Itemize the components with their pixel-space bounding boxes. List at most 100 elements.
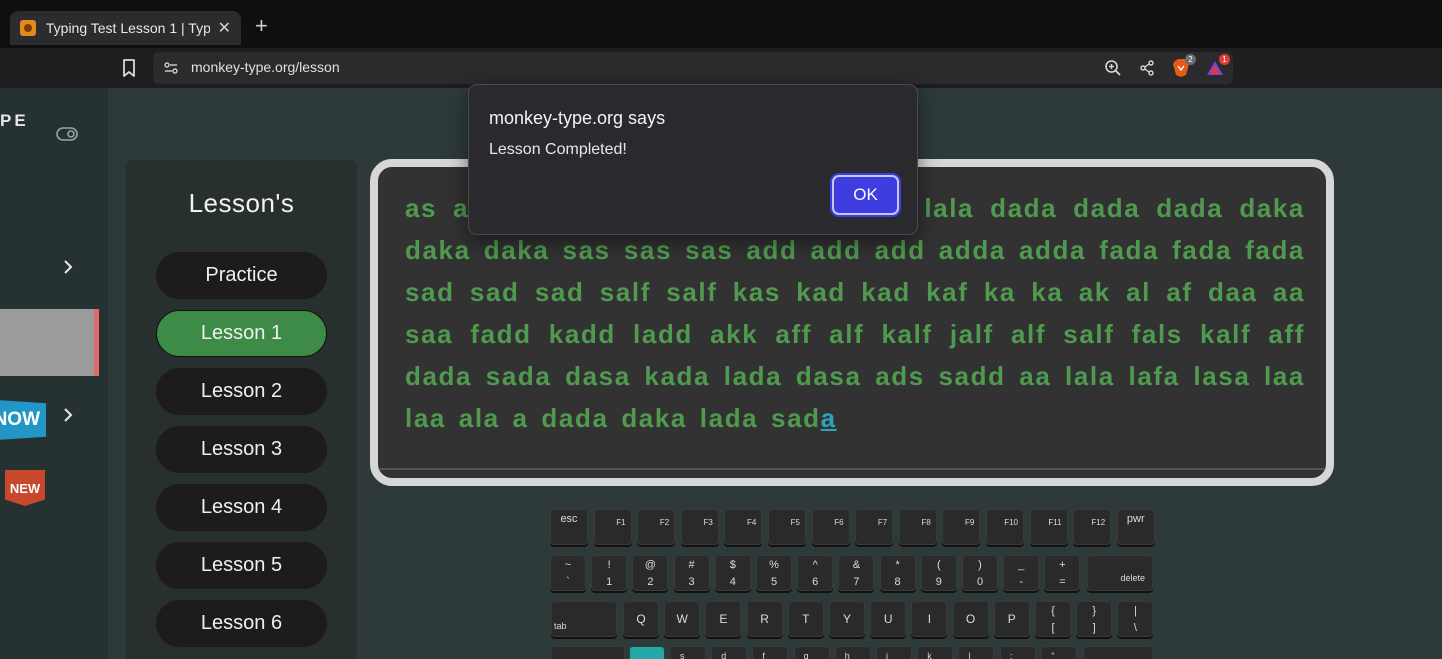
key-f10[interactable]: F10 — [986, 509, 1024, 545]
key-label: * — [895, 559, 900, 571]
lesson-5-button[interactable]: Lesson 5 — [156, 542, 327, 589]
key-`[interactable]: ~ ` — [550, 555, 586, 591]
key-label: F9 — [965, 518, 975, 527]
key-i[interactable]: I — [911, 601, 948, 637]
key-y[interactable]: Y — [829, 601, 865, 637]
key-label: F4 — [747, 518, 757, 527]
key-label: U — [883, 612, 893, 626]
key-q[interactable]: Q — [623, 601, 659, 637]
key-symbol[interactable]: : — [1000, 646, 1036, 659]
share-icon[interactable] — [1137, 58, 1157, 78]
key-f3[interactable]: F3 — [680, 509, 719, 545]
key-return[interactable] — [1083, 646, 1153, 659]
key-symbol[interactable]: }] — [1076, 601, 1113, 637]
key-label: 9 — [935, 576, 942, 588]
key--[interactable]: _ - — [1003, 555, 1040, 591]
chevron-right-icon[interactable] — [60, 258, 76, 276]
now-banner[interactable]: NOW — [0, 400, 46, 440]
key-7[interactable]: & 7 — [838, 555, 875, 591]
key-r[interactable]: R — [746, 601, 783, 637]
key-label: : — [1010, 651, 1013, 659]
key-1[interactable]: ! 1 — [591, 555, 628, 591]
key-label: { — [1051, 605, 1055, 617]
key-pwr[interactable]: pwr — [1116, 509, 1155, 545]
key-4[interactable]: $4 — [714, 555, 751, 591]
key-9[interactable]: (9 — [920, 555, 957, 591]
key-symbol[interactable]: {[ — [1035, 601, 1071, 637]
key-tab[interactable]: tab — [551, 601, 617, 637]
lesson-4-button[interactable]: Lesson 4 — [156, 484, 327, 531]
key-label: $ — [729, 559, 736, 571]
key-f7[interactable]: F7 — [855, 509, 894, 545]
key-label: [ — [1051, 622, 1055, 634]
key-j[interactable]: j — [876, 646, 912, 659]
key-label: _ — [1018, 559, 1025, 571]
key-k[interactable]: k — [917, 646, 954, 659]
key-f6[interactable]: F6 — [811, 509, 850, 545]
zoom-icon[interactable] — [1103, 58, 1123, 78]
key-label: k — [927, 651, 932, 659]
lessons-panel: Lesson's Practice Lesson 1 Lesson 2 Less… — [126, 160, 357, 659]
key-delete[interactable]: delete — [1087, 555, 1153, 591]
sidebar: PE NOW NEW — [0, 88, 108, 659]
theme-toggle-icon[interactable] — [56, 126, 78, 142]
key-e[interactable]: E — [705, 601, 742, 637]
key-caps[interactable] — [551, 646, 625, 659]
key-g[interactable]: g — [793, 646, 830, 659]
lesson-3-button[interactable]: Lesson 3 — [156, 426, 327, 473]
key-label: ) — [978, 559, 982, 571]
tab-close-icon[interactable]: ✕ — [218, 18, 231, 38]
lesson-practice-button[interactable]: Practice — [156, 252, 327, 299]
key-label: % — [769, 559, 779, 571]
key-w[interactable]: W — [664, 601, 701, 637]
key-a[interactable] — [629, 646, 665, 659]
key-f5[interactable]: F5 — [768, 509, 806, 545]
key-u[interactable]: U — [870, 601, 907, 637]
key-f1[interactable]: F1 — [593, 509, 632, 545]
ok-button[interactable]: OK — [832, 175, 899, 215]
key-2[interactable]: @2 — [632, 555, 669, 591]
key-l[interactable]: l — [958, 646, 995, 659]
url-text[interactable]: monkey-type.org/lesson — [191, 59, 340, 75]
new-tab-button[interactable]: + — [255, 14, 268, 38]
key-=[interactable]: + = — [1044, 555, 1081, 591]
key-symbol[interactable]: " — [1041, 646, 1078, 659]
key-t[interactable]: T — [787, 601, 824, 637]
key-esc[interactable]: esc — [550, 509, 588, 545]
key-h[interactable]: h — [834, 646, 871, 659]
bookmark-icon[interactable] — [120, 58, 138, 78]
key-symbol[interactable]: | \ — [1117, 601, 1154, 637]
key-0[interactable]: ) 0 — [962, 555, 998, 591]
brave-shields-icon[interactable]: 2 — [1171, 54, 1196, 78]
address-bar[interactable]: monkey-type.org/lesson 2 1 — [153, 52, 1233, 84]
key-f[interactable]: f — [752, 646, 789, 659]
key-f4[interactable]: F4 — [724, 509, 763, 545]
new-badge[interactable]: NEW — [5, 470, 45, 506]
lesson-1-button[interactable]: Lesson 1 — [156, 310, 327, 357]
lesson-2-button[interactable]: Lesson 2 — [156, 368, 327, 415]
key-p[interactable]: P — [993, 601, 1030, 637]
key-5[interactable]: % 5 — [756, 555, 792, 591]
brave-rewards-icon[interactable]: 1 — [1205, 54, 1230, 78]
key-8[interactable]: * 8 — [879, 555, 916, 591]
chevron-right-icon[interactable] — [60, 406, 76, 424]
key-label: esc — [560, 513, 578, 525]
key-label: Y — [842, 612, 851, 626]
site-info-icon[interactable] — [163, 60, 179, 76]
key-d[interactable]: d — [711, 646, 748, 659]
lesson-6-button[interactable]: Lesson 6 — [156, 600, 327, 647]
sidebar-active-item[interactable] — [0, 309, 99, 376]
key-f11[interactable]: F11 — [1029, 509, 1068, 545]
key-f8[interactable]: F8 — [898, 509, 937, 545]
tab-typing-test[interactable]: Typing Test Lesson 1 | Typing ✕ — [10, 11, 241, 45]
key-f12[interactable]: F12 — [1073, 509, 1112, 545]
key-6[interactable]: ^ 6 — [797, 555, 834, 591]
key-o[interactable]: O — [952, 601, 989, 637]
key-label: Q — [636, 612, 646, 626]
site-logo[interactable]: PE — [0, 111, 29, 131]
key-s[interactable]: s — [670, 646, 706, 659]
key-f2[interactable]: F2 — [637, 509, 676, 545]
key-label: ^ — [812, 559, 818, 571]
key-f9[interactable]: F9 — [942, 509, 981, 545]
key-3[interactable]: #3 — [673, 555, 710, 591]
